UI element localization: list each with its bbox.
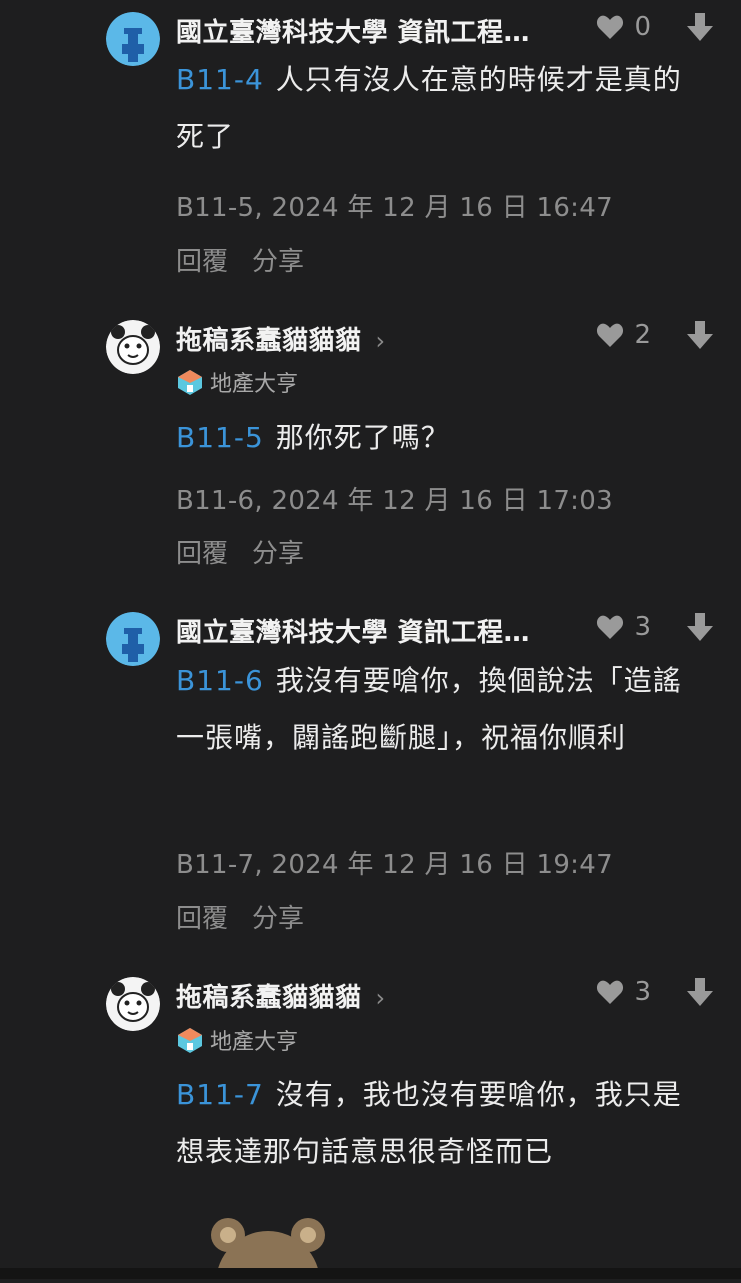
- cat-avatar-icon: [106, 977, 160, 1031]
- heart-icon: [597, 980, 624, 1004]
- share-button[interactable]: 分享: [252, 533, 304, 570]
- avatar-cat[interactable]: [106, 977, 160, 1031]
- downvote-arrow-icon: [687, 13, 713, 41]
- like-button[interactable]: 0: [596, 12, 651, 42]
- like-count: 3: [634, 612, 651, 642]
- cat-avatar-icon: [106, 320, 160, 374]
- downvote-button[interactable]: [687, 321, 713, 353]
- comment-body: B11-4 人只有沒人在意的時候才是真的死了: [176, 51, 701, 165]
- heart-icon: [597, 15, 624, 40]
- author-name[interactable]: 國立臺灣科技大學 資訊工程…: [176, 612, 530, 649]
- comment-actions: 回覆 分享: [176, 241, 304, 278]
- comment-body: B11-7 沒有，我也沒有要嗆你，我只是想表達那句話意思很奇怪而已: [176, 1066, 701, 1180]
- downvote-arrow-icon: [687, 978, 713, 1006]
- share-button[interactable]: 分享: [252, 241, 304, 278]
- author-name[interactable]: 拖稿系蠢貓貓貓 ›: [176, 320, 386, 357]
- reply-button[interactable]: 回覆: [176, 533, 228, 570]
- comment-body: B11-6 我沒有要嗆你，換個說法「造謠一張嘴，闢謠跑斷腿」，祝福你順利: [176, 652, 701, 766]
- comment-text: 那你死了嗎？: [275, 421, 450, 454]
- school-avatar-icon: [106, 12, 160, 66]
- downvote-arrow-icon: [687, 613, 713, 641]
- badge-label: 地產大亨: [210, 1030, 299, 1055]
- comment-actions: 回覆 分享: [176, 898, 304, 935]
- downvote-button[interactable]: [687, 13, 713, 45]
- user-badge[interactable]: 地產大亨: [176, 366, 298, 398]
- floor-ref-link[interactable]: B11-5: [176, 421, 264, 454]
- chevron-right-icon: ›: [375, 984, 386, 1012]
- like-count: 3: [634, 977, 651, 1007]
- bottom-edge: [0, 1268, 741, 1279]
- avatar-school[interactable]: [106, 12, 160, 66]
- like-button[interactable]: 3: [596, 977, 651, 1007]
- downvote-button[interactable]: [687, 613, 713, 645]
- floor-ref-link[interactable]: B11-7: [176, 1078, 264, 1111]
- author-name[interactable]: 拖稿系蠢貓貓貓 ›: [176, 977, 386, 1014]
- house-badge-icon: [178, 370, 202, 395]
- downvote-arrow-icon: [687, 321, 713, 349]
- downvote-button[interactable]: [687, 978, 713, 1010]
- floor-ref-link[interactable]: B11-4: [176, 63, 264, 96]
- avatar-school[interactable]: [106, 612, 160, 666]
- like-count: 2: [634, 320, 651, 350]
- chevron-right-icon: ›: [375, 327, 386, 355]
- reply-button[interactable]: 回覆: [176, 241, 228, 278]
- like-button[interactable]: 3: [596, 612, 651, 642]
- user-badge[interactable]: 地產大亨: [176, 1024, 298, 1056]
- comment-meta: B11-6, 2024 年 12 月 16 日 17:03: [176, 486, 613, 516]
- share-button[interactable]: 分享: [252, 898, 304, 935]
- comment-actions: 回覆 分享: [176, 533, 304, 570]
- badge-label: 地產大亨: [210, 372, 299, 397]
- author-name-text: 拖稿系蠢貓貓貓: [176, 326, 362, 356]
- heart-icon: [597, 323, 624, 347]
- author-name-text: 拖稿系蠢貓貓貓: [176, 983, 362, 1013]
- heart-icon: [597, 615, 624, 639]
- house-badge-icon: [178, 1028, 202, 1053]
- like-button[interactable]: 2: [596, 320, 651, 350]
- floor-ref-link[interactable]: B11-6: [176, 664, 264, 697]
- avatar-cat[interactable]: [106, 320, 160, 374]
- comment-body: B11-5 那你死了嗎？: [176, 409, 701, 466]
- reply-button[interactable]: 回覆: [176, 898, 228, 935]
- author-name[interactable]: 國立臺灣科技大學 資訊工程…: [176, 12, 530, 49]
- comment-meta: B11-7, 2024 年 12 月 16 日 19:47: [176, 850, 613, 880]
- like-count: 0: [634, 12, 651, 42]
- comment-meta: B11-5, 2024 年 12 月 16 日 16:47: [176, 193, 613, 223]
- school-avatar-icon: [106, 612, 160, 666]
